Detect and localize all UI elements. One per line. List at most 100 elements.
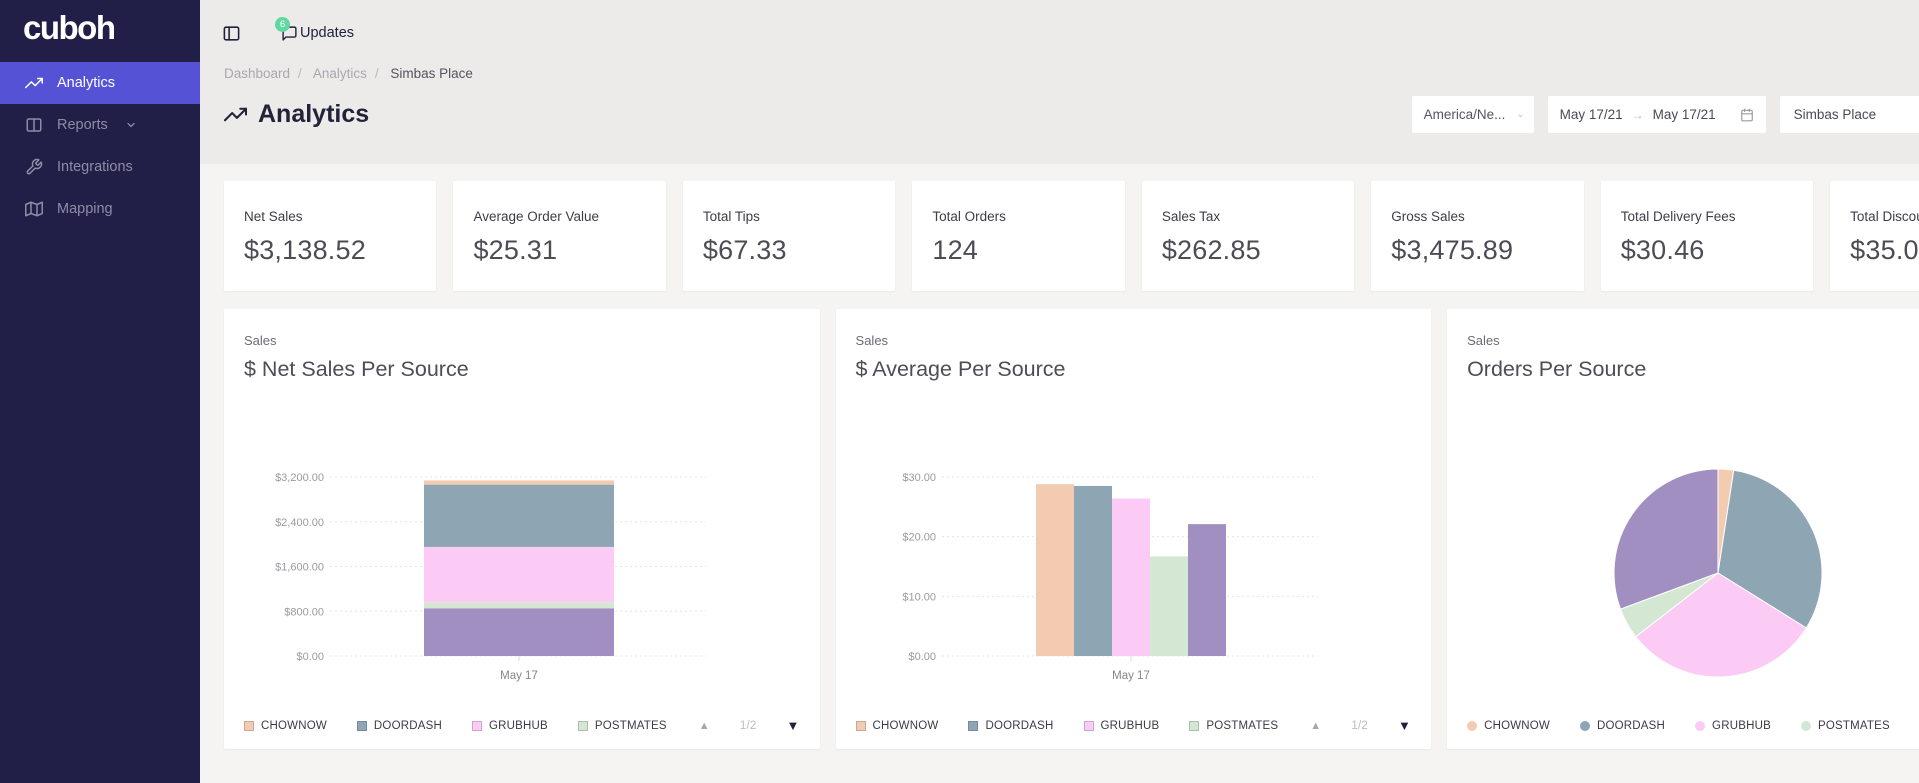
bar-segment-other xyxy=(424,608,614,656)
stat-value: $35.03 xyxy=(1850,235,1919,266)
legend-item-grubhub[interactable]: GRUBHUB xyxy=(1084,720,1160,732)
legend-label: DOORDASH xyxy=(985,720,1053,732)
stat-card-total-orders: Total Orders 124 xyxy=(912,181,1124,291)
legend-label: DOORDASH xyxy=(1597,720,1665,732)
bar-segment-postmates xyxy=(424,602,614,608)
sidebar-item-analytics[interactable]: Analytics xyxy=(0,62,200,104)
legend-swatch xyxy=(472,721,482,731)
svg-text:$1,600.00: $1,600.00 xyxy=(275,562,324,574)
legend-swatch xyxy=(357,721,367,731)
timezone-select[interactable]: America/Ne... ⌄ xyxy=(1412,96,1534,133)
legend-swatch xyxy=(1084,721,1094,731)
legend-page-indicator: 1/2 xyxy=(740,720,757,732)
page-header: 6 Updates simbasplace Dashboard/ Analyti… xyxy=(200,0,1919,164)
legend-swatch xyxy=(856,721,866,731)
sidebar-item-integrations[interactable]: Integrations xyxy=(0,146,200,188)
legend-item-chownow[interactable]: CHOWNOW xyxy=(244,720,327,732)
legend-label: GRUBHUB xyxy=(1712,720,1771,732)
app-logo: cuboh xyxy=(0,0,200,62)
stat-value: $262.85 xyxy=(1162,235,1334,266)
legend-item-grubhub[interactable]: GRUBHUB xyxy=(472,720,548,732)
legend-item-postmates[interactable]: POSTMATES xyxy=(1801,720,1890,732)
stat-label: Total Tips xyxy=(703,209,875,224)
legend-prev-page-button[interactable]: ▲ xyxy=(699,720,710,732)
date-start[interactable]: May 17/21 xyxy=(1560,107,1623,122)
updates-button[interactable]: 6 Updates xyxy=(281,25,354,42)
svg-text:$2,400.00: $2,400.00 xyxy=(275,517,324,529)
breadcrumb-analytics[interactable]: Analytics xyxy=(313,66,367,81)
location-select[interactable]: Simbas Place ⌄ xyxy=(1780,96,1919,133)
chart-title: $ Average Per Source xyxy=(856,357,1412,382)
sidebar: cuboh Analytics Reports Integrations Map… xyxy=(0,0,200,783)
map-icon xyxy=(25,200,43,218)
legend-next-page-button[interactable]: ▼ xyxy=(786,718,799,733)
bar-other xyxy=(1188,524,1226,656)
legend-item-doordash[interactable]: DOORDASH xyxy=(357,720,442,732)
svg-text:$20.00: $20.00 xyxy=(902,532,936,544)
breadcrumb-current: Simbas Place xyxy=(390,66,473,81)
updates-label: Updates xyxy=(300,25,354,41)
stat-card-net-sales: Net Sales $3,138.52 xyxy=(224,181,436,291)
svg-text:$0.00: $0.00 xyxy=(296,651,324,663)
calendar-icon xyxy=(1740,108,1754,122)
date-range-picker[interactable]: May 17/21 → May 17/21 xyxy=(1548,96,1766,133)
legend-swatch xyxy=(578,721,588,731)
legend-label: DOORDASH xyxy=(374,720,442,732)
stat-card-total-tips: Total Tips $67.33 xyxy=(683,181,895,291)
chart-card-label: Sales xyxy=(856,333,1412,348)
stat-value: $67.33 xyxy=(703,235,875,266)
sidebar-item-reports[interactable]: Reports xyxy=(0,104,200,146)
stats-row: Net Sales $3,138.52 Average Order Value … xyxy=(224,181,1919,291)
grouped-bar-chart: $0.00$10.00$20.00$30.00May 17CHOWNOWDOOR… xyxy=(856,455,1412,733)
svg-text:$800.00: $800.00 xyxy=(284,606,324,618)
arrow-right-icon: → xyxy=(1632,108,1644,122)
legend-label: CHOWNOW xyxy=(873,720,939,732)
legend-prev-page-button[interactable]: ▲ xyxy=(1310,720,1321,732)
stat-label: Gross Sales xyxy=(1391,209,1563,224)
sidebar-item-label: Integrations xyxy=(57,159,133,175)
stat-label: Total Delivery Fees xyxy=(1621,209,1793,224)
legend-item-postmates[interactable]: POSTMATES xyxy=(1189,720,1278,732)
svg-text:May 17: May 17 xyxy=(500,670,538,682)
legend-swatch xyxy=(968,721,978,731)
chevron-down-icon xyxy=(125,119,137,131)
legend-item-chownow[interactable]: CHOWNOW xyxy=(1467,720,1550,732)
legend-next-page-button[interactable]: ▼ xyxy=(1398,718,1411,733)
legend-item-doordash[interactable]: DOORDASH xyxy=(1580,720,1665,732)
legend-item-postmates[interactable]: POSTMATES xyxy=(578,720,667,732)
legend-item-grubhub[interactable]: GRUBHUB xyxy=(1695,720,1771,732)
chart-card-label: Sales xyxy=(1467,333,1919,348)
stat-value: $3,475.89 xyxy=(1391,235,1563,266)
trending-up-icon xyxy=(25,74,43,92)
sidebar-item-mapping[interactable]: Mapping xyxy=(0,188,200,230)
legend-label: GRUBHUB xyxy=(1101,720,1160,732)
date-end[interactable]: May 17/21 xyxy=(1653,107,1716,122)
stat-label: Total Orders xyxy=(932,209,1104,224)
chart-legend: CHOWNOWDOORDASHGRUBHUBPOSTMATES▲1/2▼ xyxy=(856,718,1412,733)
svg-text:May 17: May 17 xyxy=(1112,670,1150,682)
legend-item-doordash[interactable]: DOORDASH xyxy=(968,720,1053,732)
chart-legend: CHOWNOWDOORDASHGRUBHUBPOSTMATES▲1/2▼ xyxy=(1467,718,1919,733)
content: Net Sales $3,138.52 Average Order Value … xyxy=(200,164,1919,749)
chart-card-label: Sales xyxy=(244,333,800,348)
bar-grubhub xyxy=(1112,498,1150,656)
charts-row: Sales $ Net Sales Per Source $0.00$800.0… xyxy=(224,309,1919,749)
stat-card-average-order-value: Average Order Value $25.31 xyxy=(453,181,665,291)
stat-card-total-discounts: Total Discounts $35.03 xyxy=(1830,181,1919,291)
legend-swatch xyxy=(244,721,254,731)
bar-chownow xyxy=(1036,484,1074,656)
sidebar-toggle-icon xyxy=(222,24,241,43)
sidebar-toggle-button[interactable] xyxy=(222,24,241,43)
pie-chart: CHOWNOWDOORDASHGRUBHUBPOSTMATES▲1/2▼ xyxy=(1467,455,1919,733)
stat-value: $3,138.52 xyxy=(244,235,416,266)
wrench-icon xyxy=(25,158,43,176)
legend-swatch xyxy=(1580,721,1590,731)
legend-swatch xyxy=(1189,721,1199,731)
sidebar-nav: Analytics Reports Integrations Mapping xyxy=(0,62,200,230)
breadcrumb-dashboard[interactable]: Dashboard xyxy=(224,66,290,81)
legend-item-chownow[interactable]: CHOWNOW xyxy=(856,720,939,732)
legend-label: CHOWNOW xyxy=(261,720,327,732)
svg-text:$30.00: $30.00 xyxy=(902,472,936,484)
columns-icon xyxy=(25,116,43,134)
stat-value: 124 xyxy=(932,235,1104,266)
